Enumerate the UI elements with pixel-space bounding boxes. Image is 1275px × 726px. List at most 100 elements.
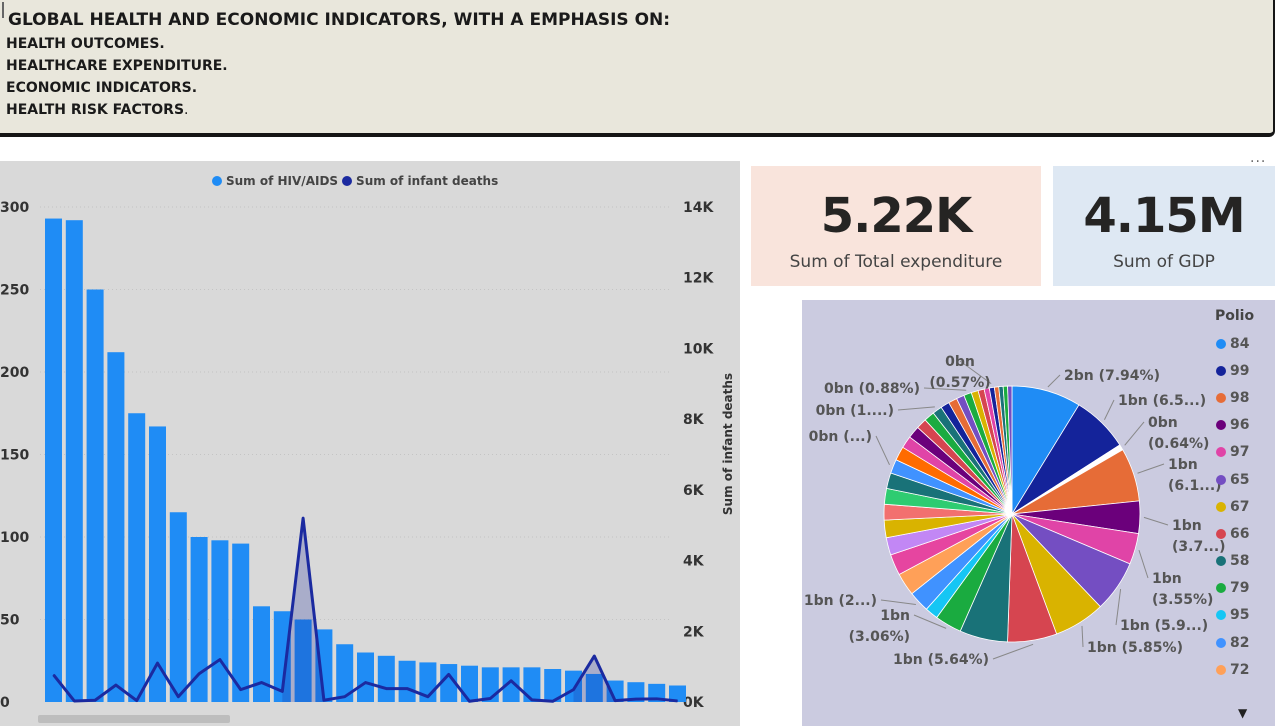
combo-chart-panel: Sum of HIV/AIDS Sum of infant deaths 300… bbox=[0, 161, 740, 726]
pie-legend-swatch bbox=[1216, 474, 1226, 485]
chevron-down-icon[interactable]: ▼ bbox=[1238, 706, 1247, 720]
line-point[interactable] bbox=[677, 700, 678, 702]
bar-hiv[interactable] bbox=[86, 289, 104, 703]
pie-leader-line bbox=[1124, 421, 1145, 446]
line-point[interactable] bbox=[115, 684, 117, 686]
pie-legend-item[interactable]: 82 bbox=[1202, 629, 1254, 656]
line-point[interactable] bbox=[385, 688, 387, 690]
card-gdp: 4.15M Sum of GDP bbox=[1053, 166, 1275, 286]
pie-data-label: 1bn bbox=[1168, 457, 1198, 473]
bar-hiv[interactable] bbox=[461, 665, 478, 702]
line-point[interactable] bbox=[53, 674, 54, 676]
line-point[interactable] bbox=[614, 700, 616, 702]
text-cursor bbox=[2, 2, 4, 18]
pie-legend-label: 67 bbox=[1230, 498, 1250, 515]
line-point[interactable] bbox=[323, 699, 325, 701]
pie-legend-item[interactable]: 79 bbox=[1202, 575, 1254, 602]
pie-legend-label: 84 bbox=[1230, 335, 1250, 352]
line-point[interactable] bbox=[593, 655, 595, 657]
pie-leader-line bbox=[875, 435, 890, 466]
line-point[interactable] bbox=[302, 517, 304, 519]
pie-legend-item[interactable]: 84 bbox=[1202, 330, 1254, 357]
line-point[interactable] bbox=[136, 700, 138, 702]
line-point[interactable] bbox=[510, 680, 512, 682]
pie-legend-item[interactable]: 65 bbox=[1202, 466, 1254, 493]
y-right-tick: 4K bbox=[683, 554, 705, 570]
pie-legend-item[interactable]: 98 bbox=[1202, 384, 1254, 411]
line-point[interactable] bbox=[448, 673, 450, 675]
bar-hiv[interactable] bbox=[128, 413, 146, 702]
line-point[interactable] bbox=[261, 682, 262, 684]
line-point[interactable] bbox=[157, 662, 158, 664]
pie-data-label: 0bn (1....) bbox=[816, 403, 894, 419]
line-point[interactable] bbox=[177, 696, 179, 698]
y-right-tick: 10K bbox=[683, 341, 714, 357]
chart-scrollbar[interactable] bbox=[38, 715, 230, 723]
y-left-tick: 250 bbox=[0, 283, 29, 299]
pie-leader-line bbox=[1138, 549, 1149, 579]
bar-hiv[interactable] bbox=[149, 426, 166, 702]
header-item-health-risk-factors: HEALTH RISK FACTORS. bbox=[6, 102, 189, 118]
bar-hiv[interactable] bbox=[398, 660, 416, 702]
card-gdp-value: 4.15M bbox=[1083, 188, 1245, 244]
pie-legend-swatch bbox=[1216, 664, 1226, 675]
bar-hiv[interactable] bbox=[357, 652, 374, 703]
pie-legend-item[interactable]: 95 bbox=[1202, 602, 1254, 629]
pie-legend-item[interactable]: 67 bbox=[1202, 493, 1254, 520]
pie-legend-swatch bbox=[1216, 528, 1226, 539]
pie-data-label: 1bn bbox=[880, 608, 910, 624]
combo-chart: 300 250 200 150 100 50 0 14K 12K 10K 8K 6K 4K 2K 0K Sum… bbox=[0, 200, 735, 711]
bar-hiv[interactable] bbox=[211, 540, 229, 702]
pie-legend-label: 72 bbox=[1230, 661, 1250, 678]
y-left-tick: 200 bbox=[0, 365, 29, 381]
y-right-tick: 14K bbox=[683, 200, 714, 216]
line-point[interactable] bbox=[281, 690, 283, 692]
pie-legend-item[interactable]: 97 bbox=[1202, 439, 1254, 466]
line-point[interactable] bbox=[427, 696, 429, 698]
pie-legend-swatch bbox=[1216, 610, 1226, 621]
line-point[interactable] bbox=[344, 696, 346, 698]
line-point[interactable] bbox=[73, 700, 75, 702]
more-options-icon[interactable]: ... bbox=[1250, 150, 1266, 166]
line-point[interactable] bbox=[406, 688, 408, 690]
header-item-healthcare-expenditure: HEALTHCARE EXPENDITURE. bbox=[6, 58, 228, 74]
bar-hiv[interactable] bbox=[190, 537, 208, 702]
pie-data-label: 2bn (7.94%) bbox=[1064, 368, 1160, 384]
bar-hiv[interactable] bbox=[377, 655, 395, 702]
pie-legend-item[interactable]: 58 bbox=[1202, 548, 1254, 575]
pie-legend-swatch bbox=[1216, 447, 1226, 458]
line-point[interactable] bbox=[469, 700, 470, 702]
pie-data-label: (0.57%) bbox=[929, 375, 990, 391]
line-point[interactable] bbox=[365, 682, 366, 684]
line-point[interactable] bbox=[635, 698, 637, 700]
bar-hiv[interactable] bbox=[65, 220, 83, 702]
pie-legend-swatch bbox=[1216, 392, 1226, 403]
line-point[interactable] bbox=[94, 699, 96, 701]
bar-hiv[interactable] bbox=[253, 606, 270, 702]
bar-hiv[interactable] bbox=[169, 512, 187, 702]
line-point[interactable] bbox=[489, 697, 491, 699]
line-point[interactable] bbox=[531, 699, 533, 701]
bar-hiv[interactable] bbox=[232, 543, 250, 702]
line-point[interactable] bbox=[656, 698, 658, 700]
line-point[interactable] bbox=[219, 659, 221, 661]
bar-hiv[interactable] bbox=[107, 352, 125, 702]
bar-hiv[interactable] bbox=[45, 218, 62, 703]
y-left-tick: 0 bbox=[0, 695, 10, 711]
y-left-tick: 50 bbox=[0, 613, 20, 629]
pie-legend-item[interactable]: 99 bbox=[1202, 357, 1254, 384]
pie-legend-swatch bbox=[1216, 365, 1226, 376]
pie-data-label: 1bn (5.85%) bbox=[1087, 640, 1183, 656]
header-title: GLOBAL HEALTH AND ECONOMIC INDICATORS, W… bbox=[8, 10, 671, 30]
line-point[interactable] bbox=[240, 689, 242, 691]
pie-legend-item[interactable]: 72 bbox=[1202, 656, 1254, 683]
bar-hiv[interactable] bbox=[523, 667, 541, 702]
line-point[interactable] bbox=[552, 700, 554, 702]
line-point[interactable] bbox=[573, 689, 574, 691]
pie-leader-line bbox=[1081, 625, 1084, 648]
line-point[interactable] bbox=[198, 673, 200, 675]
pie-legend-label: 58 bbox=[1230, 553, 1250, 570]
pie-legend-item[interactable]: 96 bbox=[1202, 412, 1254, 439]
pie-legend-item[interactable]: 66 bbox=[1202, 520, 1254, 547]
pie-legend-swatch bbox=[1216, 583, 1226, 594]
